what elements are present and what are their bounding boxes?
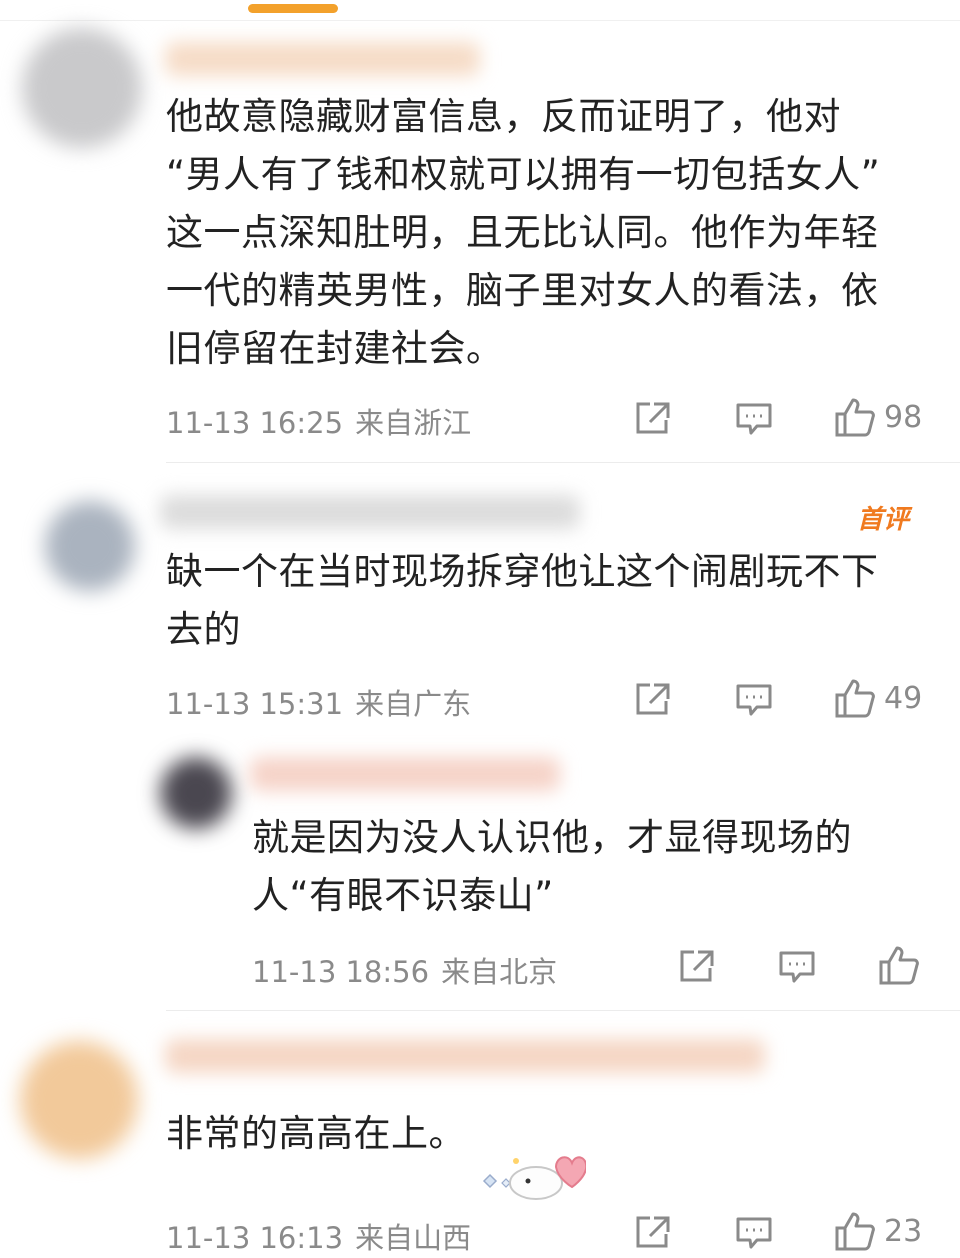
comment-text: 就是因为没人认识他，才显得现场的 人“有眼不识泰山”	[252, 816, 852, 917]
like-button[interactable]: 49	[834, 677, 922, 719]
like-count: 23	[884, 1213, 923, 1249]
avatar[interactable]	[22, 28, 142, 148]
comment-item: 首评 缺一个在当时现场拆穿他让这个闹剧玩不下 去的 11-13 15:31 来自广…	[0, 463, 960, 733]
first-comment-badge: 首评	[857, 505, 910, 535]
comment-location: 来自广东	[355, 687, 472, 721]
share-button[interactable]	[634, 1214, 672, 1250]
comment-meta: 11-13 16:13 来自山西	[166, 1215, 471, 1257]
comment-meta: 11-13 18:56 来自北京	[252, 949, 557, 991]
avatar[interactable]	[20, 1041, 138, 1159]
like-icon	[879, 946, 919, 985]
comment-meta: 11-13 15:31 来自广东	[166, 681, 471, 723]
username[interactable]	[160, 495, 580, 529]
comment-icon	[736, 1217, 772, 1249]
like-icon	[835, 1212, 875, 1251]
avatar[interactable]	[160, 757, 232, 829]
comment-time: 11-13 16:25	[166, 406, 344, 440]
comment-button[interactable]	[735, 683, 773, 717]
comment-text: 缺一个在当时现场拆穿他让这个闹剧玩不下 去的	[166, 550, 879, 651]
username[interactable]	[165, 1039, 765, 1073]
comment-icon	[779, 951, 815, 983]
comment-item: 他故意隐藏财富信息，反而证明了，他对 “男人有了钱和权就可以拥有一切包括女人” …	[0, 0, 960, 460]
comment-location: 来自山西	[355, 1221, 472, 1255]
share-button[interactable]	[678, 948, 716, 984]
comment-button[interactable]	[735, 402, 773, 436]
like-count: 98	[884, 399, 923, 435]
reply-item: 就是因为没人认识他，才显得现场的 人“有眼不识泰山” 11-13 18:56 来自…	[0, 735, 960, 1007]
like-count: 49	[884, 680, 923, 716]
share-button[interactable]	[634, 400, 672, 436]
sticker-image	[476, 1139, 588, 1207]
avatar[interactable]	[45, 501, 135, 591]
comment-text: 非常的高高在上。	[166, 1112, 466, 1155]
comment-button[interactable]	[735, 1216, 773, 1250]
comment-button[interactable]	[778, 950, 816, 984]
comment-text: 他故意隐藏财富信息，反而证明了，他对 “男人有了钱和权就可以拥有一切包括女人” …	[166, 95, 881, 370]
like-icon	[835, 398, 875, 437]
comment-location: 来自北京	[441, 955, 558, 989]
share-icon	[636, 683, 670, 715]
like-button[interactable]: 98	[834, 396, 922, 438]
share-icon	[636, 1216, 670, 1248]
like-button[interactable]: 23	[834, 1210, 922, 1252]
like-button[interactable]	[878, 944, 928, 986]
username[interactable]	[250, 757, 560, 791]
comment-time: 11-13 16:13	[166, 1221, 344, 1255]
comment-location: 来自浙江	[355, 406, 472, 440]
like-icon	[835, 679, 875, 718]
comment-icon	[736, 684, 772, 716]
comment-time: 11-13 15:31	[166, 687, 344, 721]
comment-item: 非常的高高在上。 11-13 16:13 来自山西 23	[0, 1011, 960, 1258]
username[interactable]	[165, 42, 480, 76]
share-icon	[680, 950, 714, 982]
comment-meta: 11-13 16:25 来自浙江	[166, 400, 471, 442]
share-icon	[636, 402, 670, 434]
comment-icon	[736, 403, 772, 435]
share-button[interactable]	[634, 681, 672, 717]
comment-time: 11-13 18:56	[252, 955, 430, 989]
